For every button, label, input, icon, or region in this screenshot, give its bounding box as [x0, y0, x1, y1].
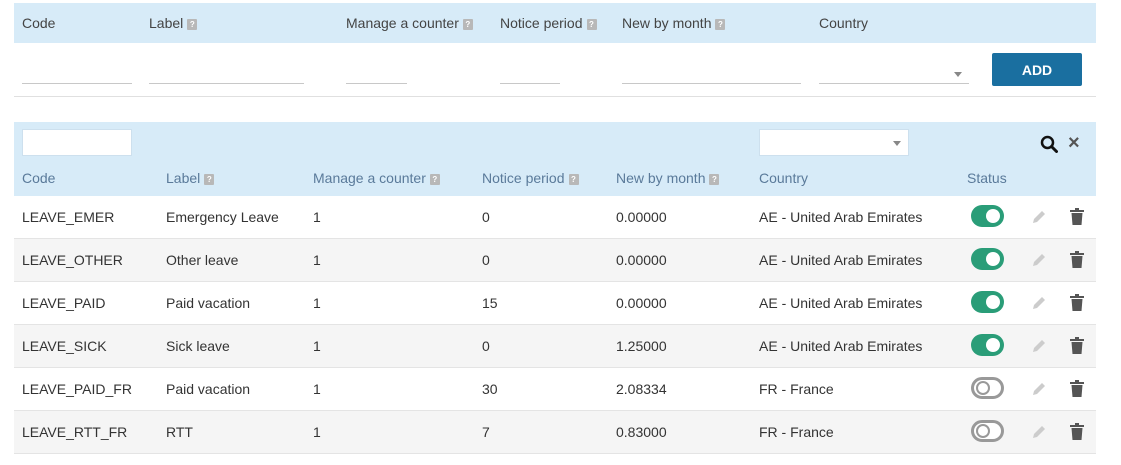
- cell-counter: 1: [313, 252, 321, 268]
- cell-monthly: 0.00000: [616, 209, 667, 225]
- cell-notice: 30: [482, 381, 498, 397]
- table-row: LEAVE_SICK Sick leave 1 0 1.25000 AE - U…: [14, 325, 1096, 368]
- monthly-input[interactable]: [622, 64, 801, 84]
- pencil-icon[interactable]: [1030, 251, 1048, 269]
- add-header-counter: Manage a counter?: [346, 15, 473, 31]
- cell-monthly: 0.00000: [616, 252, 667, 268]
- trash-icon[interactable]: [1070, 337, 1084, 354]
- table-row: LEAVE_EMER Emergency Leave 1 0 0.00000 A…: [14, 196, 1096, 239]
- search-icon[interactable]: [1040, 135, 1058, 153]
- cell-code: LEAVE_EMER: [22, 209, 115, 225]
- trash-icon[interactable]: [1070, 294, 1084, 311]
- trash-icon[interactable]: [1070, 251, 1084, 268]
- chevron-down-icon: [893, 141, 901, 146]
- th-status[interactable]: Status: [967, 170, 1007, 186]
- pencil-icon[interactable]: [1030, 208, 1048, 226]
- cell-country: FR - France: [759, 381, 834, 397]
- th-counter[interactable]: Manage a counter?: [313, 170, 440, 186]
- cell-country: AE - United Arab Emirates: [759, 338, 923, 354]
- cell-notice: 7: [482, 424, 490, 440]
- chevron-down-icon: [954, 72, 962, 77]
- add-header-monthly: New by month?: [622, 15, 726, 31]
- code-filter-input[interactable]: [22, 129, 132, 156]
- cell-code: LEAVE_PAID_FR: [22, 381, 132, 397]
- cell-label: Paid vacation: [166, 381, 251, 397]
- cell-label: RTT: [166, 424, 193, 440]
- cell-notice: 0: [482, 252, 490, 268]
- th-label[interactable]: Label?: [166, 170, 215, 186]
- cell-label: Sick leave: [166, 338, 230, 354]
- add-header-country: Country: [819, 15, 869, 31]
- help-icon[interactable]: ?: [586, 18, 597, 30]
- country-select[interactable]: [819, 64, 969, 84]
- cell-monthly: 1.25000: [616, 338, 667, 354]
- cell-code: LEAVE_RTT_FR: [22, 424, 128, 440]
- status-toggle[interactable]: [971, 377, 1004, 399]
- add-form-row: ADD: [14, 43, 1096, 97]
- cell-code: LEAVE_PAID: [22, 295, 106, 311]
- help-icon[interactable]: ?: [204, 173, 215, 185]
- add-header-code: Code: [22, 15, 56, 31]
- close-icon[interactable]: ×: [1068, 133, 1080, 153]
- status-toggle[interactable]: [971, 420, 1004, 442]
- cell-counter: 1: [313, 381, 321, 397]
- help-icon[interactable]: ?: [429, 173, 440, 185]
- pencil-icon[interactable]: [1030, 380, 1048, 398]
- code-input[interactable]: [22, 64, 132, 84]
- cell-code: LEAVE_OTHER: [22, 252, 123, 268]
- cell-counter: 1: [313, 424, 321, 440]
- cell-notice: 0: [482, 338, 490, 354]
- help-icon[interactable]: ?: [187, 18, 198, 30]
- pencil-icon[interactable]: [1030, 423, 1048, 441]
- cell-notice: 0: [482, 209, 490, 225]
- cell-code: LEAVE_SICK: [22, 338, 107, 354]
- cell-monthly: 0.83000: [616, 424, 667, 440]
- table-header: × Code Label? Manage a counter? Notice p…: [14, 122, 1096, 196]
- trash-icon[interactable]: [1070, 208, 1084, 225]
- cell-counter: 1: [313, 338, 321, 354]
- cell-country: AE - United Arab Emirates: [759, 252, 923, 268]
- pencil-icon[interactable]: [1030, 337, 1048, 355]
- cell-country: AE - United Arab Emirates: [759, 209, 923, 225]
- add-form-header: Code Label? Manage a counter? Notice per…: [14, 3, 1096, 43]
- cell-notice: 15: [482, 295, 498, 311]
- status-toggle[interactable]: [971, 334, 1004, 356]
- table-row: LEAVE_PAID_FR Paid vacation 1 30 2.08334…: [14, 368, 1096, 411]
- cell-label: Emergency Leave: [166, 209, 279, 225]
- add-button[interactable]: ADD: [992, 53, 1082, 86]
- help-icon[interactable]: ?: [709, 173, 720, 185]
- cell-country: FR - France: [759, 424, 834, 440]
- pencil-icon[interactable]: [1030, 294, 1048, 312]
- th-notice[interactable]: Notice period?: [482, 170, 579, 186]
- add-header-notice: Notice period?: [500, 15, 597, 31]
- cell-counter: 1: [313, 209, 321, 225]
- status-toggle[interactable]: [971, 291, 1004, 313]
- cell-label: Paid vacation: [166, 295, 251, 311]
- cell-monthly: 0.00000: [616, 295, 667, 311]
- status-toggle[interactable]: [971, 205, 1004, 227]
- cell-monthly: 2.08334: [616, 381, 667, 397]
- th-code[interactable]: Code: [22, 170, 55, 186]
- notice-input[interactable]: [500, 64, 560, 84]
- add-header-label: Label?: [149, 15, 198, 31]
- th-country[interactable]: Country: [759, 170, 808, 186]
- cell-counter: 1: [313, 295, 321, 311]
- trash-icon[interactable]: [1070, 380, 1084, 397]
- table-row: LEAVE_PAID Paid vacation 1 15 0.00000 AE…: [14, 282, 1096, 325]
- country-filter-select[interactable]: [759, 129, 909, 156]
- status-toggle[interactable]: [971, 248, 1004, 270]
- label-input[interactable]: [149, 64, 304, 84]
- trash-icon[interactable]: [1070, 423, 1084, 440]
- counter-input[interactable]: [346, 64, 407, 84]
- help-icon[interactable]: ?: [715, 18, 726, 30]
- cell-country: AE - United Arab Emirates: [759, 295, 923, 311]
- th-monthly[interactable]: New by month?: [616, 170, 720, 186]
- table-row: LEAVE_OTHER Other leave 1 0 0.00000 AE -…: [14, 239, 1096, 282]
- cell-label: Other leave: [166, 252, 239, 268]
- help-icon[interactable]: ?: [568, 173, 579, 185]
- table-row: LEAVE_RTT_FR RTT 1 7 0.83000 FR - France: [14, 411, 1096, 454]
- help-icon[interactable]: ?: [462, 18, 473, 30]
